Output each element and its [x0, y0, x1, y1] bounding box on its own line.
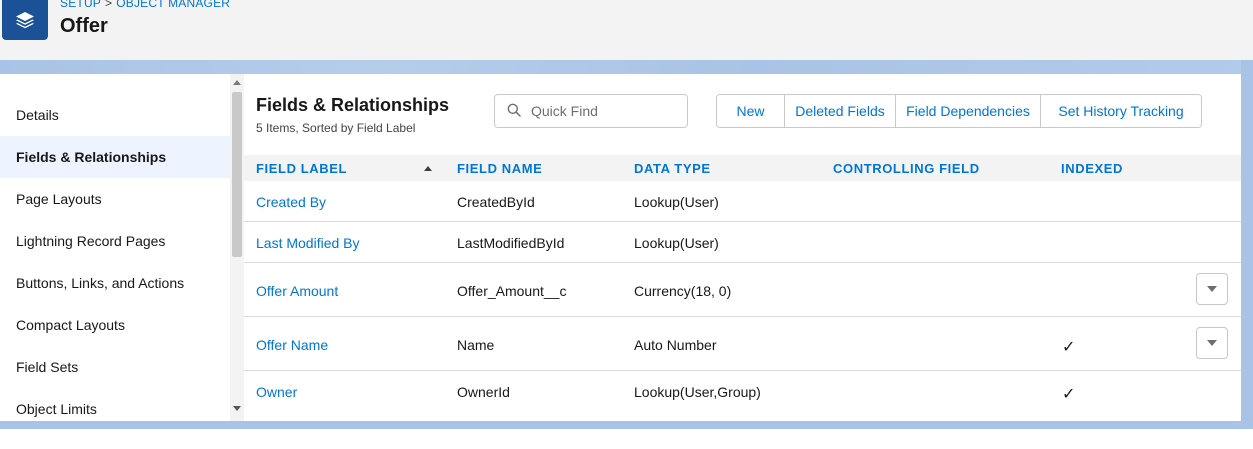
decorative-band-right	[1241, 60, 1253, 429]
table-row: Created By CreatedById Lookup(User)	[244, 181, 1241, 222]
indexed-checkmark-icon: ✓	[1062, 339, 1076, 356]
field-dependencies-button[interactable]: Field Dependencies	[896, 95, 1041, 127]
action-button-group: New Deleted Fields Field Dependencies Se…	[716, 94, 1202, 128]
table-header: FIELD LABEL FIELD NAME DATA TYPE CONTROL…	[244, 155, 1241, 181]
chevron-down-icon	[1207, 340, 1217, 346]
field-name: Name	[457, 337, 495, 353]
field-label-link[interactable]: Offer Name	[256, 337, 328, 353]
table-row: Offer Amount Offer_Amount__c Currency(18…	[244, 263, 1241, 317]
field-label-link[interactable]: Offer Amount	[256, 283, 338, 299]
sort-ascending-icon[interactable]	[424, 166, 432, 171]
section-title: Fields & Relationships	[256, 95, 450, 115]
sidebar-item-label: Buttons, Links, and Actions	[16, 275, 185, 291]
data-type: Lookup(User)	[634, 235, 719, 251]
field-label-link[interactable]: Owner	[256, 384, 297, 400]
sidebar-item-label: Lightning Record Pages	[16, 233, 166, 249]
decorative-band	[0, 60, 1253, 74]
breadcrumb: SETUP > OBJECT MANAGER	[60, 0, 230, 10]
layers-icon	[2, 0, 48, 40]
sidebar-item-field-sets[interactable]: Field Sets	[0, 346, 230, 388]
scrollbar-thumb[interactable]	[232, 92, 242, 257]
page-header: SETUP > OBJECT MANAGER Offer	[0, 0, 1253, 61]
sidebar-item-buttons-links-actions[interactable]: Buttons, Links, and Actions	[0, 262, 230, 304]
new-button[interactable]: New	[717, 95, 785, 127]
section-subtitle: 5 Items, Sorted by Field Label	[256, 121, 416, 135]
indexed-checkmark-icon: ✓	[1062, 386, 1076, 403]
field-label-link[interactable]: Created By	[256, 194, 326, 210]
sidebar-item-label: Field Sets	[16, 359, 79, 375]
breadcrumb-separator: >	[105, 0, 113, 10]
set-history-tracking-button[interactable]: Set History Tracking	[1041, 95, 1201, 127]
sidebar: Details Fields & Relationships Page Layo…	[0, 74, 230, 421]
sidebar-item-details[interactable]: Details	[0, 94, 230, 136]
search-icon	[507, 103, 521, 120]
decorative-band-bottom	[0, 421, 1253, 429]
column-header-field-label[interactable]: FIELD LABEL	[256, 161, 347, 176]
breadcrumb-object-manager-link[interactable]: OBJECT MANAGER	[116, 0, 230, 10]
sidebar-item-page-layouts[interactable]: Page Layouts	[0, 178, 230, 220]
field-name: CreatedById	[457, 194, 535, 210]
sidebar-list: Details Fields & Relationships Page Layo…	[0, 94, 230, 421]
deleted-fields-button[interactable]: Deleted Fields	[785, 95, 896, 127]
column-header-data-type[interactable]: DATA TYPE	[634, 161, 711, 176]
sidebar-item-label: Compact Layouts	[16, 317, 125, 333]
table-row: Owner OwnerId Lookup(User,Group) ✓	[244, 371, 1241, 412]
data-type: Currency(18, 0)	[634, 283, 732, 299]
field-name: OwnerId	[457, 384, 510, 400]
data-type: Lookup(User)	[634, 194, 719, 210]
sidebar-item-label: Details	[16, 107, 59, 123]
search-input[interactable]	[529, 102, 683, 120]
sidebar-item-fields-relationships[interactable]: Fields & Relationships	[0, 136, 230, 178]
column-header-indexed[interactable]: INDEXED	[1061, 161, 1123, 176]
field-name: LastModifiedById	[457, 235, 565, 251]
row-actions-dropdown-button[interactable]	[1196, 273, 1228, 305]
row-actions-dropdown-button[interactable]	[1196, 327, 1228, 359]
data-type: Auto Number	[634, 337, 717, 353]
table-row: Offer Name Name Auto Number ✓	[244, 317, 1241, 371]
chevron-down-icon	[1207, 286, 1217, 292]
breadcrumb-setup-link[interactable]: SETUP	[60, 0, 101, 10]
sidebar-item-label: Object Limits	[16, 401, 97, 417]
page-title: Offer	[60, 15, 108, 37]
sidebar-item-label: Fields & Relationships	[16, 149, 167, 165]
scroll-up-arrow-icon[interactable]	[233, 80, 241, 85]
sidebar-item-lightning-record-pages[interactable]: Lightning Record Pages	[0, 220, 230, 262]
sidebar-item-object-limits[interactable]: Object Limits	[0, 388, 230, 421]
table-row: Last Modified By LastModifiedById Lookup…	[244, 222, 1241, 263]
sidebar-item-compact-layouts[interactable]: Compact Layouts	[0, 304, 230, 346]
sidebar-scrollbar[interactable]	[230, 74, 244, 421]
field-label-link[interactable]: Last Modified By	[256, 235, 360, 251]
column-header-controlling-field[interactable]: CONTROLLING FIELD	[833, 161, 980, 176]
data-type: Lookup(User,Group)	[634, 384, 761, 400]
sidebar-item-label: Page Layouts	[16, 191, 102, 207]
quick-find-search[interactable]	[494, 94, 688, 128]
column-header-field-name[interactable]: FIELD NAME	[457, 161, 542, 176]
field-name: Offer_Amount__c	[457, 283, 567, 299]
scroll-down-arrow-icon[interactable]	[233, 406, 241, 411]
main-panel: Fields & Relationships 5 Items, Sorted b…	[244, 74, 1241, 421]
